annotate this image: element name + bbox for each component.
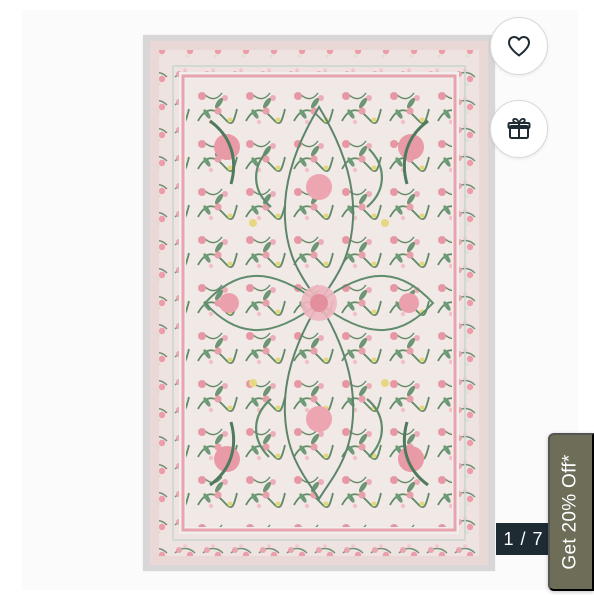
discount-tab-label: Get 20% Off* — [560, 454, 582, 570]
heart-icon — [508, 36, 530, 57]
discount-tab[interactable]: Get 20% Off* — [548, 433, 594, 591]
gift-icon — [507, 118, 531, 139]
product-gallery: 1 / 7 Get 20% Off* — [0, 0, 594, 595]
gift-registry-button[interactable] — [490, 100, 548, 158]
product-image-area — [22, 10, 578, 590]
favorite-button[interactable] — [490, 17, 548, 75]
rug-image[interactable] — [143, 35, 495, 571]
image-counter: 1 / 7 — [496, 523, 551, 555]
rug-pattern — [143, 35, 495, 571]
